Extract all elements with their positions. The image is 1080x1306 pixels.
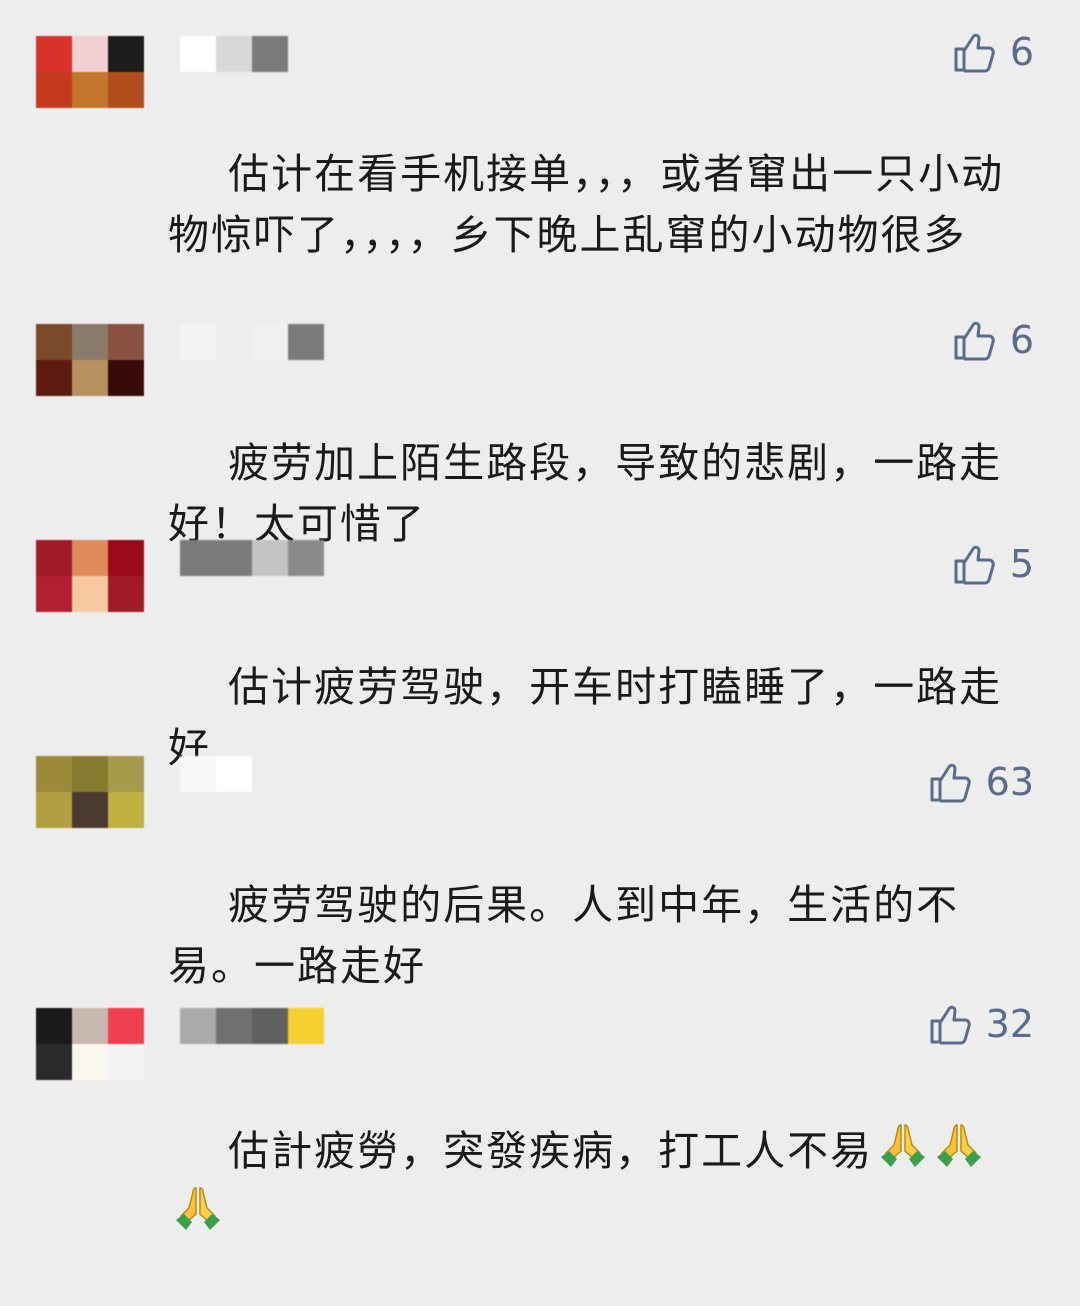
avatar-pixel: [36, 72, 72, 108]
nickname-pixel: [288, 1008, 324, 1044]
avatar-pixel: [108, 576, 144, 612]
like-count: 32: [985, 1002, 1034, 1046]
comment-text: 估計疲勞，突發疾病，打工人不易: [168, 1058, 998, 1306]
comment-text: 疲劳加上陌生路段，导致的悲剧，一路走好！太可惜了: [168, 372, 1018, 616]
nickname-pixel: [216, 756, 252, 792]
avatar-pixel: [108, 756, 144, 792]
like-count: 6: [1009, 30, 1034, 74]
nickname-pixel: [216, 540, 252, 576]
comment-body: 估計疲勞，突發疾病，打工人不易: [228, 1127, 874, 1175]
comment-text: 估计疲劳驾驶，开车时打瞌睡了，一路走好: [168, 596, 1018, 840]
avatar-pixel: [72, 1044, 108, 1080]
nickname-pixel: [252, 36, 288, 72]
nickname-pixel: [252, 324, 288, 360]
avatar[interactable]: [36, 540, 144, 612]
like-count: 5: [1009, 542, 1034, 586]
avatar-pixel: [72, 72, 108, 108]
nickname-blurred[interactable]: [180, 324, 324, 360]
nickname-blurred[interactable]: [180, 540, 324, 576]
avatar-pixel: [72, 540, 108, 576]
avatar-pixel: [108, 324, 144, 360]
thumbs-up-icon: [930, 763, 971, 803]
thumbs-up-icon: [930, 1005, 971, 1045]
comment-text: 估计在看手机接单，，，或者窜出一只小动物惊吓了，，，，乡下晚上乱窜的小动物很多: [168, 83, 1018, 327]
avatar[interactable]: [36, 1008, 144, 1080]
comment-body: 疲劳加上陌生路段，导致的悲剧，一路走好！太可惜了: [168, 439, 1003, 548]
like-button[interactable]: 5: [952, 540, 1034, 588]
avatar-pixel: [72, 576, 108, 612]
nickname-blurred[interactable]: [180, 1008, 324, 1044]
nickname-pixel: [252, 1008, 288, 1044]
nickname-pixel: [288, 324, 324, 360]
avatar-pixel: [108, 1008, 144, 1044]
thumbs-up-icon: [954, 33, 995, 73]
nickname-pixel: [180, 36, 216, 72]
comment-body: 估计在看手机接单，，，或者窜出一只小动物惊吓了，，，，乡下晚上乱窜的小动物很多: [168, 150, 1005, 259]
avatar-pixel: [36, 792, 72, 828]
avatar[interactable]: [36, 324, 144, 396]
folded-hands-emoji: [176, 1187, 220, 1230]
like-button[interactable]: 6: [952, 316, 1034, 364]
nickname-pixel: [216, 36, 252, 72]
folded-hands-emoji: [881, 1124, 926, 1167]
nickname-pixel: [252, 540, 288, 576]
nickname-pixel: [288, 540, 324, 576]
nickname-pixel: [180, 1008, 216, 1044]
avatar-pixel: [72, 360, 108, 396]
nickname-pixel: [216, 324, 252, 360]
avatar-pixel: [36, 576, 72, 612]
avatar-pixel: [72, 756, 108, 792]
nickname-pixel: [180, 324, 216, 360]
avatar[interactable]: [36, 36, 144, 108]
nickname-pixel: [180, 540, 216, 576]
thumbs-up-icon: [954, 321, 995, 361]
avatar-pixel: [108, 1044, 144, 1080]
avatar-pixel: [72, 792, 108, 828]
like-count: 6: [1009, 318, 1034, 362]
avatar-pixel: [108, 792, 144, 828]
like-count: 63: [985, 760, 1034, 804]
avatar-pixel: [36, 36, 72, 72]
avatar-pixel: [36, 1008, 72, 1044]
avatar-pixel: [72, 1008, 108, 1044]
like-button[interactable]: 6: [952, 28, 1034, 76]
nickname-pixel: [180, 756, 216, 792]
comment-body: 疲劳驾驶的后果。人到中年，生活的不易。一路走好: [168, 881, 960, 990]
avatar-pixel: [36, 540, 72, 576]
avatar-pixel: [36, 1044, 72, 1080]
avatar-pixel: [108, 360, 144, 396]
avatar-pixel: [108, 540, 144, 576]
avatar-pixel: [108, 36, 144, 72]
avatar-pixel: [72, 36, 108, 72]
avatar-pixel: [36, 324, 72, 360]
thumbs-up-icon: [954, 545, 995, 585]
folded-hands-emoji: [937, 1124, 982, 1167]
nickname-pixel: [216, 1008, 252, 1044]
nickname-blurred[interactable]: [180, 36, 288, 72]
avatar[interactable]: [36, 756, 144, 828]
nickname-blurred[interactable]: [180, 756, 252, 792]
avatar-pixel: [36, 756, 72, 792]
like-button[interactable]: 32: [928, 1000, 1034, 1048]
avatar-pixel: [72, 324, 108, 360]
avatar-pixel: [108, 72, 144, 108]
avatar-pixel: [36, 360, 72, 396]
like-button[interactable]: 63: [928, 758, 1034, 806]
comment-body: 估计疲劳驾驶，开车时打瞌睡了，一路走好: [168, 663, 1003, 772]
